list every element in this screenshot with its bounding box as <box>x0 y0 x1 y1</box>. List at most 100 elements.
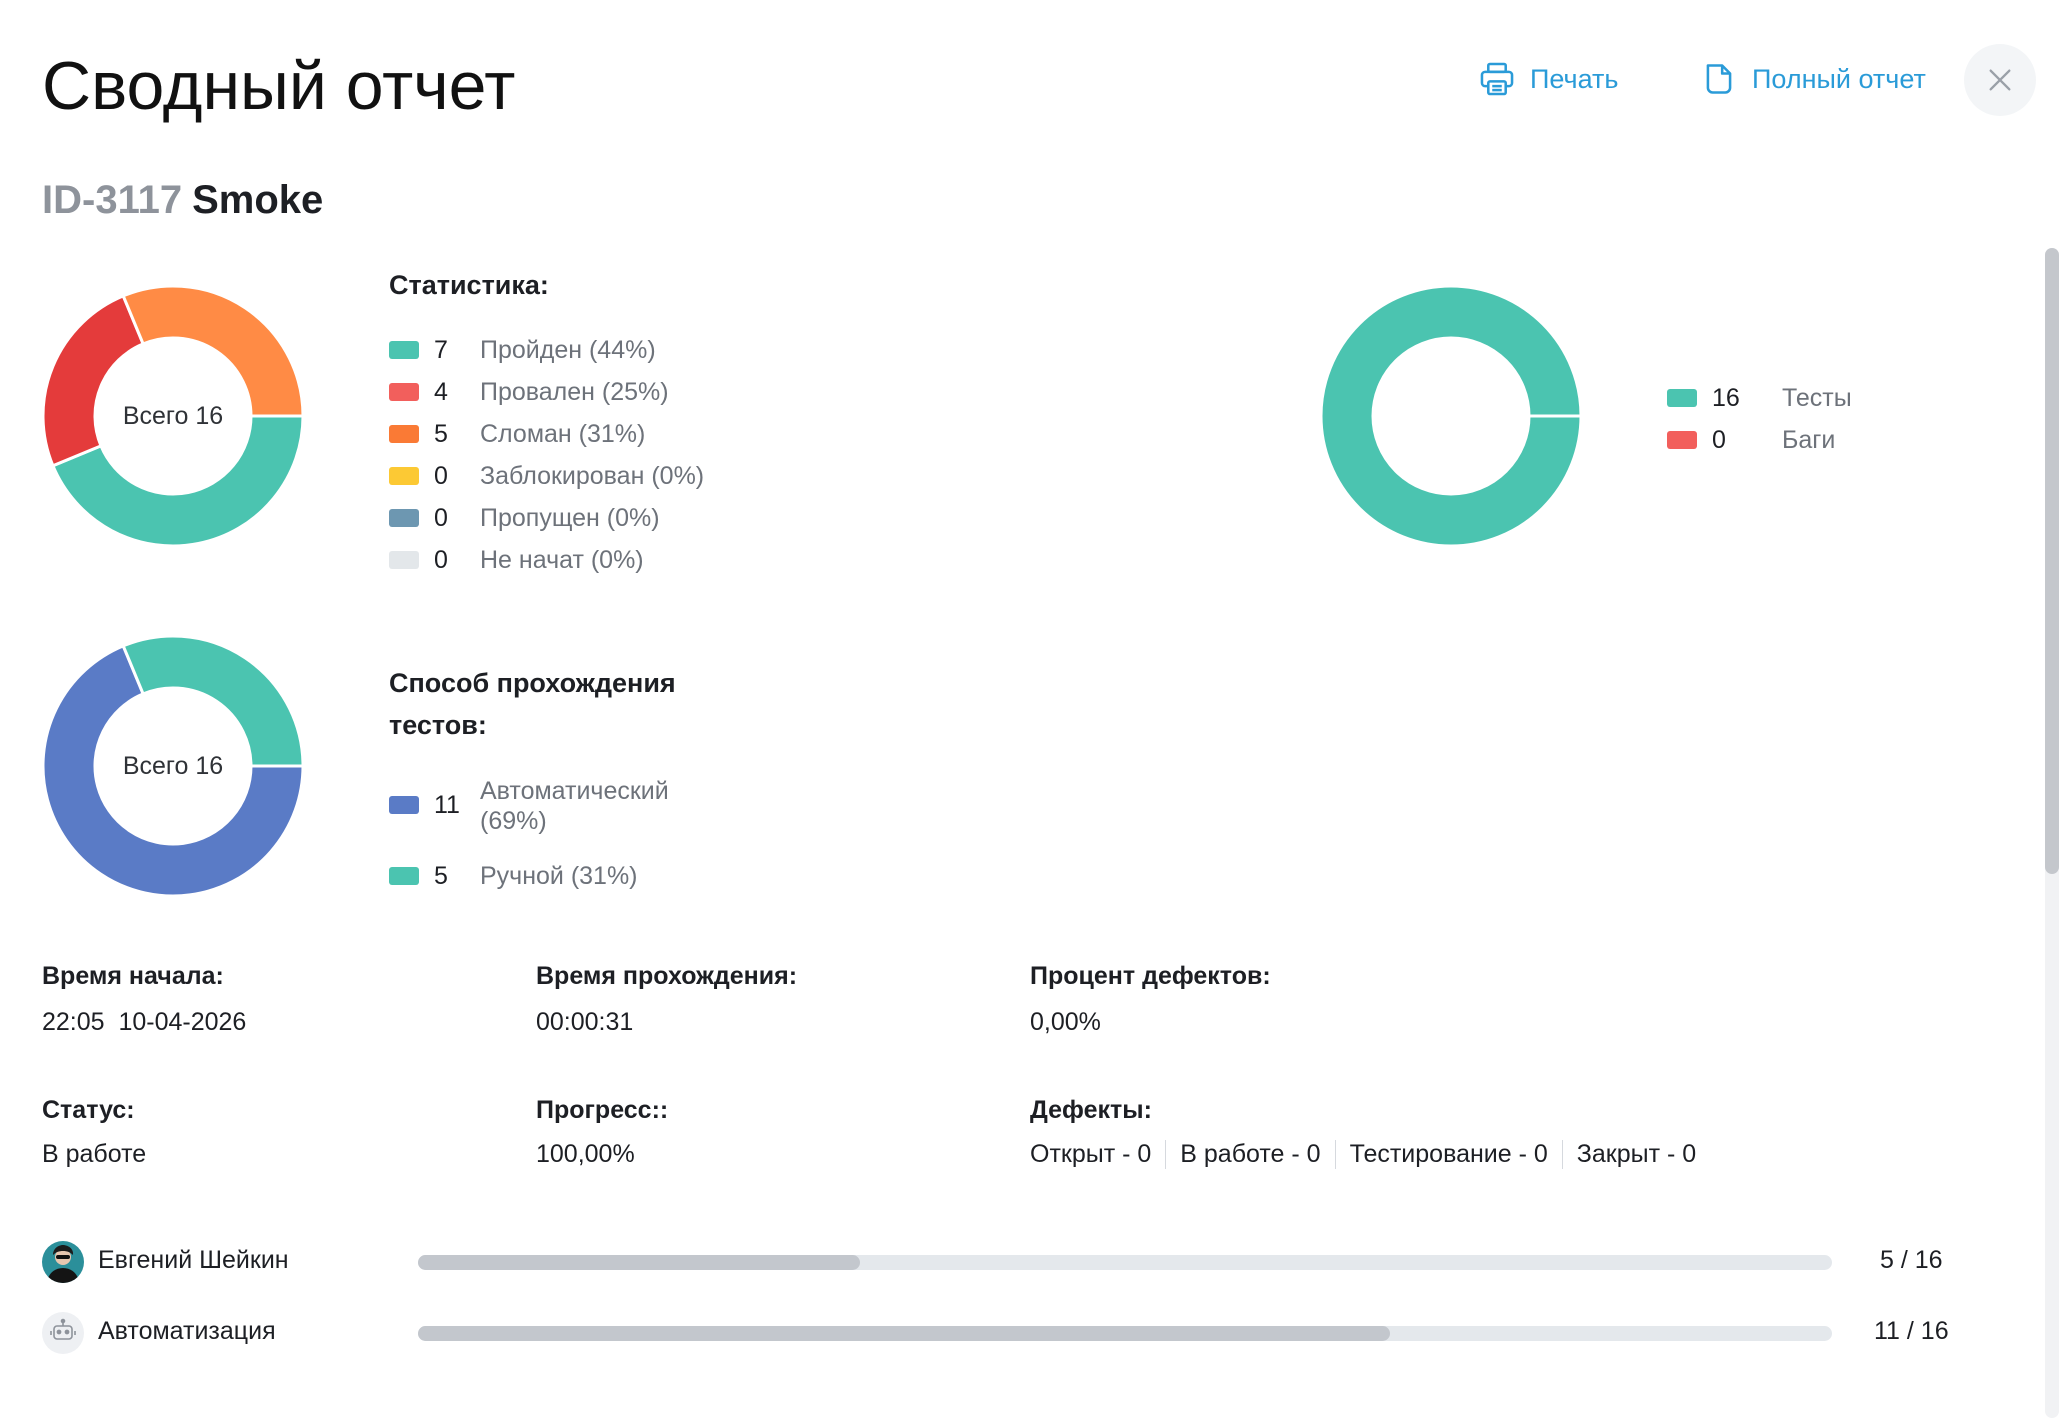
legend-label: Сломан (31%) <box>480 420 646 448</box>
defects-testing: Тестирование - 0 <box>1334 1140 1562 1169</box>
status-label: Статус: <box>42 1096 135 1124</box>
statistics-legend-item: 7 Пройден (44%) <box>389 334 704 376</box>
legend-label: Баги <box>1782 426 1836 454</box>
legend-count: 5 <box>434 420 448 448</box>
statistics-legend-item: 0 Заблокирован (0%) <box>389 460 704 502</box>
legend-swatch <box>389 467 419 485</box>
defect-percent-label: Процент дефектов: <box>1030 962 1271 990</box>
legend-count: 4 <box>434 378 448 406</box>
method-legend: 11 Автоматический (69%) 5 Ручной (31%) <box>389 776 669 902</box>
legend-count: 0 <box>1712 426 1726 454</box>
legend-label: Провален (25%) <box>480 378 669 406</box>
document-icon <box>1706 64 1732 94</box>
defects-list: Открыт - 0 В работе - 0 Тестирование - 0… <box>1030 1140 1710 1169</box>
method-donut: Всего 16 <box>41 634 305 898</box>
statistics-legend-item: 4 Провален (25%) <box>389 376 704 418</box>
full-report-button[interactable]: Полный отчет <box>1700 60 1926 98</box>
close-button[interactable] <box>1964 44 2036 116</box>
progress-count: 5 / 16 <box>1880 1246 1943 1274</box>
assignee-row: Автоматизация 11 / 16 <box>42 1312 1972 1356</box>
legend-swatch <box>389 383 419 401</box>
legend-label: Автоматический (69%) <box>480 776 669 836</box>
legend-swatch <box>389 425 419 443</box>
method-title-line2: тестов: <box>389 710 487 740</box>
legend-count: 5 <box>434 862 448 890</box>
statistics-donut: Всего 16 <box>41 284 305 548</box>
assignee-name: Автоматизация <box>98 1317 276 1345</box>
full-report-button-label: Полный отчет <box>1752 63 1926 94</box>
close-icon <box>1989 69 2011 91</box>
legend-label-line1: Автоматический <box>480 777 669 805</box>
progress-count: 11 / 16 <box>1874 1317 1949 1345</box>
legend-swatch <box>389 341 419 359</box>
progress-fill <box>418 1255 860 1270</box>
avatar <box>42 1241 84 1283</box>
robot-icon <box>50 1318 76 1340</box>
legend-swatch <box>389 551 419 569</box>
legend-count: 11 <box>434 791 460 819</box>
tests-bugs-legend: 16 Тесты 0 Баги <box>1667 382 1852 466</box>
legend-count: 7 <box>434 336 448 364</box>
statistics-legend-item: 0 Пропущен (0%) <box>389 502 704 544</box>
statistics-title: Статистика: <box>389 270 549 300</box>
person-avatar-icon <box>42 1241 84 1283</box>
scrollbar-thumb[interactable] <box>2045 248 2059 874</box>
progress-fill <box>418 1326 1391 1341</box>
legend-swatch <box>389 509 419 527</box>
legend-label-line2: (69%) <box>480 807 547 835</box>
legend-swatch <box>389 867 419 885</box>
method-title: Способ прохождения тестов: <box>389 662 676 746</box>
defects-open: Открыт - 0 <box>1030 1140 1152 1168</box>
page-title: Сводный отчет <box>42 48 516 124</box>
tests-bugs-legend-item: 16 Тесты <box>1667 382 1852 424</box>
scrollbar[interactable] <box>2045 248 2059 1418</box>
method-legend-item-manual: 5 Ручной (31%) <box>389 860 669 902</box>
progress-track <box>418 1255 1832 1270</box>
duration-value: 00:00:31 <box>536 1008 634 1036</box>
legend-label: Ручной (31%) <box>480 862 638 890</box>
legend-label: Пропущен (0%) <box>480 504 660 532</box>
avatar <box>42 1312 84 1354</box>
tests-bugs-legend-item: 0 Баги <box>1667 424 1852 466</box>
legend-count: 0 <box>434 462 448 490</box>
legend-swatch <box>1667 389 1697 407</box>
legend-count: 16 <box>1712 384 1740 412</box>
statistics-legend-item: 0 Не начат (0%) <box>389 544 704 586</box>
duration-label: Время прохождения: <box>536 962 798 990</box>
print-button[interactable]: Печать <box>1478 60 1618 98</box>
printer-icon <box>1480 62 1514 96</box>
start-time-label: Время начала: <box>42 962 224 990</box>
defects-closed: Закрыт - 0 <box>1561 1140 1710 1169</box>
legend-swatch <box>389 796 419 814</box>
assignee-name: Евгений Шейкин <box>98 1246 289 1274</box>
legend-swatch <box>1667 431 1697 449</box>
legend-label: Пройден (44%) <box>480 336 656 364</box>
tests-bugs-donut-chart <box>1319 284 1583 548</box>
statistics-total-label: Всего 16 <box>122 401 224 430</box>
legend-label: Тесты <box>1782 384 1852 412</box>
run-title: ID-3117 Smoke <box>42 180 323 220</box>
legend-count: 0 <box>434 504 448 532</box>
legend-label: Не начат (0%) <box>480 546 644 574</box>
legend-count: 0 <box>434 546 448 574</box>
defect-percent-value: 0,00% <box>1030 1008 1101 1036</box>
progress-label: Прогресс:: <box>536 1096 669 1124</box>
defects-label: Дефекты: <box>1030 1096 1152 1124</box>
status-value: В работе <box>42 1140 147 1168</box>
method-title-line1: Способ прохождения <box>389 668 676 698</box>
progress-track <box>418 1326 1832 1341</box>
statistics-legend-item: 5 Сломан (31%) <box>389 418 704 460</box>
legend-label: Заблокирован (0%) <box>480 462 705 490</box>
progress-value: 100,00% <box>536 1140 635 1168</box>
print-button-label: Печать <box>1530 63 1619 94</box>
run-id: ID-3117 <box>42 178 183 222</box>
run-name: Smoke <box>192 178 324 222</box>
tests-bugs-donut <box>1319 284 1583 548</box>
summary-report-modal: Сводный отчет Печать Полный отчет ID-311… <box>0 0 2062 1418</box>
assignee-row: Евгений Шейкин 5 / 16 <box>42 1241 1972 1285</box>
method-legend-item-auto: 11 Автоматический (69%) <box>389 776 669 860</box>
method-total-label: Всего 16 <box>122 751 224 780</box>
defects-in-progress: В работе - 0 <box>1165 1140 1334 1169</box>
start-time-value: 22:05 10-04-2026 <box>42 1008 247 1036</box>
statistics-legend: 7 Пройден (44%) 4 Провален (25%) 5 Сломан (31… <box>389 334 704 586</box>
